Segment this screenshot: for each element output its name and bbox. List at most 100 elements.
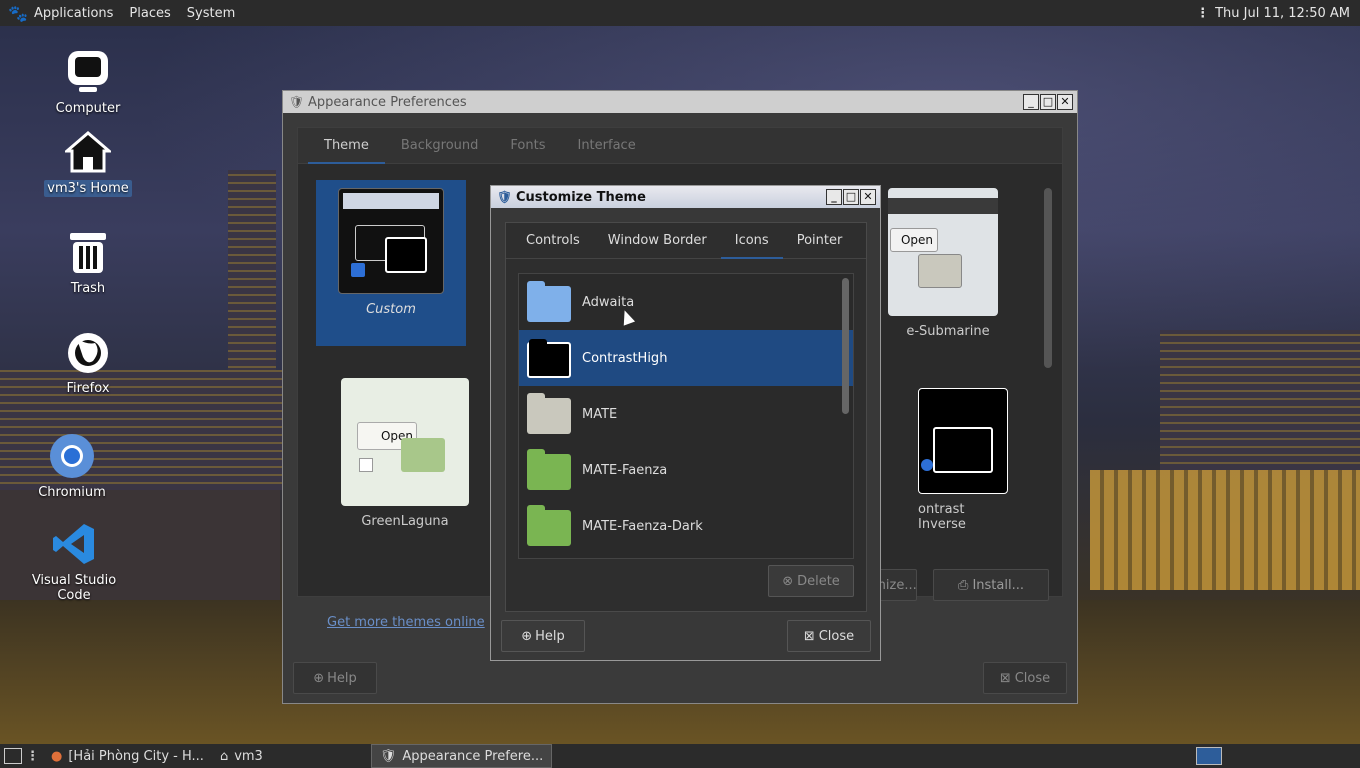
bottom-panel: ⋮ ● [Hải Phòng City - H... ⌂ vm3 🛡 Appea… xyxy=(0,744,1360,768)
tab-window-border[interactable]: Window Border xyxy=(594,223,721,259)
top-panel: 🐾 Applications Places System ⋮ Thu Jul 1… xyxy=(0,0,1360,26)
desktop-icon-computer[interactable]: Computer xyxy=(33,48,143,117)
icon-list-scrollbar[interactable] xyxy=(842,278,849,414)
chromium-icon xyxy=(48,432,96,480)
show-desktop-button[interactable] xyxy=(0,744,26,768)
install-button-label: Install... xyxy=(972,577,1024,593)
customize-tabs: Controls Window Border Icons Pointer xyxy=(506,223,866,259)
close-icon: ⊠ xyxy=(999,670,1011,686)
close-button[interactable]: ⊠ Close xyxy=(787,620,871,652)
appearance-icon: 🛡 xyxy=(497,190,513,204)
appearance-tabs: Theme Background Fonts Interface xyxy=(298,128,1062,164)
tab-fonts[interactable]: Fonts xyxy=(494,128,561,164)
taskbar-item-home[interactable]: ⌂ vm3 xyxy=(212,744,271,768)
desktop-icon-firefox[interactable]: Firefox xyxy=(33,328,143,397)
panel-handle-icon[interactable]: ⋮ xyxy=(26,749,39,764)
delete-icon: ⊗ xyxy=(782,573,794,589)
maximize-button[interactable]: □ xyxy=(843,189,859,205)
icon-theme-name: MATE-Faenza xyxy=(582,462,668,478)
system-menu-label: System xyxy=(186,5,236,21)
desktop-icon-trash[interactable]: Trash xyxy=(33,228,143,297)
desktop-icon-home[interactable]: vm3's Home xyxy=(33,128,143,197)
desktop-icon-label: Visual Studio Code xyxy=(31,573,117,603)
icon-theme-name: MATE xyxy=(582,406,618,422)
appearance-icon: 🛡 xyxy=(379,748,397,764)
icon-theme-row-mate-faenza[interactable]: MATE-Faenza xyxy=(519,442,853,498)
clock[interactable]: Thu Jul 11, 12:50 AM xyxy=(1215,6,1350,21)
appearance-titlebar[interactable]: 🛡 Appearance Preferences _ □ ✕ xyxy=(283,91,1077,113)
help-button-label: Help xyxy=(535,628,565,644)
gnome-foot-icon: 🐾 xyxy=(8,3,28,23)
help-icon: ⊕ xyxy=(313,670,325,686)
taskbar-item-firefox[interactable]: ● [Hải Phòng City - H... xyxy=(43,744,212,768)
minimize-button[interactable]: _ xyxy=(826,189,842,205)
icon-theme-row-mate[interactable]: MATE xyxy=(519,386,853,442)
desktop-icon-chromium[interactable]: Chromium xyxy=(17,432,127,501)
wallpaper-city-lights xyxy=(1090,470,1360,590)
install-button[interactable]: ⎙ Install... xyxy=(933,569,1049,601)
icon-theme-name: ContrastHigh xyxy=(582,350,668,366)
delete-button-label: Delete xyxy=(797,573,840,589)
install-icon: ⎙ xyxy=(958,577,969,593)
help-button-label: Help xyxy=(327,670,357,686)
window-title: Appearance Preferences xyxy=(308,94,467,110)
icon-theme-list[interactable]: Adwaita ContrastHigh MATE MATE-Faenza MA… xyxy=(518,273,854,559)
desktop-icon-label: Computer xyxy=(55,101,121,116)
wallpaper-building xyxy=(1160,330,1360,470)
customize-content: Controls Window Border Icons Pointer Adw… xyxy=(505,222,867,612)
minimize-button[interactable]: _ xyxy=(1023,94,1039,110)
theme-preview: Open xyxy=(888,188,998,316)
folder-icon xyxy=(527,281,571,322)
theme-name: Custom xyxy=(366,302,416,317)
desktop-icon-label: Trash xyxy=(70,281,106,296)
close-button[interactable]: ⊠ Close xyxy=(983,662,1067,694)
close-window-button[interactable]: ✕ xyxy=(860,189,876,205)
desktop-icon-label: Chromium xyxy=(38,485,106,500)
applications-menu-label: Applications xyxy=(34,5,114,21)
desktop-icon-label: Firefox xyxy=(66,381,110,396)
dialog-title: Customize Theme xyxy=(516,189,646,205)
home-icon xyxy=(64,128,112,176)
theme-greenlaguna[interactable]: Open GreenLaguna xyxy=(340,378,470,529)
tab-interface[interactable]: Interface xyxy=(561,128,651,164)
tab-icons[interactable]: Icons xyxy=(720,223,783,259)
places-menu[interactable]: Places xyxy=(129,6,170,21)
taskbar-item-label: [Hải Phòng City - H... xyxy=(68,748,204,764)
help-icon: ⊕ xyxy=(521,628,533,644)
tab-pointer[interactable]: Pointer xyxy=(783,223,857,259)
tab-background[interactable]: Background xyxy=(385,128,495,164)
desktop-icon-vscode[interactable]: Visual Studio Code xyxy=(14,520,134,604)
tab-theme[interactable]: Theme xyxy=(308,128,385,164)
tab-controls[interactable]: Controls xyxy=(512,223,594,259)
close-window-button[interactable]: ✕ xyxy=(1057,94,1073,110)
maximize-button[interactable]: □ xyxy=(1040,94,1056,110)
customize-titlebar[interactable]: 🛡 Customize Theme _ □ ✕ xyxy=(491,186,880,208)
close-icon: ⊠ xyxy=(803,628,815,644)
trash-icon xyxy=(64,228,112,276)
delete-button[interactable]: ⊗ Delete xyxy=(768,565,854,597)
applications-menu[interactable]: 🐾 Applications xyxy=(8,3,113,23)
taskbar-item-appearance[interactable]: 🛡 Appearance Prefere... xyxy=(370,744,553,768)
system-menu[interactable]: System xyxy=(187,6,235,21)
close-button-label: Close xyxy=(1014,670,1051,686)
panel-handle-icon[interactable]: ⋮ xyxy=(1196,6,1209,21)
icon-theme-row-contrasthigh[interactable]: ContrastHigh xyxy=(519,330,853,386)
theme-preview xyxy=(918,388,1008,494)
show-desktop-icon xyxy=(4,748,22,764)
icon-theme-name: Adwaita xyxy=(582,294,635,310)
icon-theme-row-mate-faenza-dark[interactable]: MATE-Faenza-Dark xyxy=(519,498,853,554)
appearance-icon: 🛡 xyxy=(289,95,305,109)
places-menu-label: Places xyxy=(129,5,171,21)
icon-theme-name: MATE-Faenza-Dark xyxy=(582,518,703,534)
help-button[interactable]: ⊕ Help xyxy=(501,620,585,652)
theme-list-scrollbar[interactable] xyxy=(1044,188,1052,368)
folder-icon xyxy=(527,393,571,434)
icon-theme-row-adwaita[interactable]: Adwaita xyxy=(519,274,853,330)
get-more-themes-link[interactable]: Get more themes online xyxy=(327,615,485,630)
theme-custom[interactable]: Custom xyxy=(316,180,466,346)
folder-icon xyxy=(527,338,571,378)
folder-icon xyxy=(527,449,571,490)
workspace-switcher[interactable] xyxy=(1196,747,1222,765)
theme-preview: Open xyxy=(341,378,469,506)
help-button[interactable]: ⊕ Help xyxy=(293,662,377,694)
